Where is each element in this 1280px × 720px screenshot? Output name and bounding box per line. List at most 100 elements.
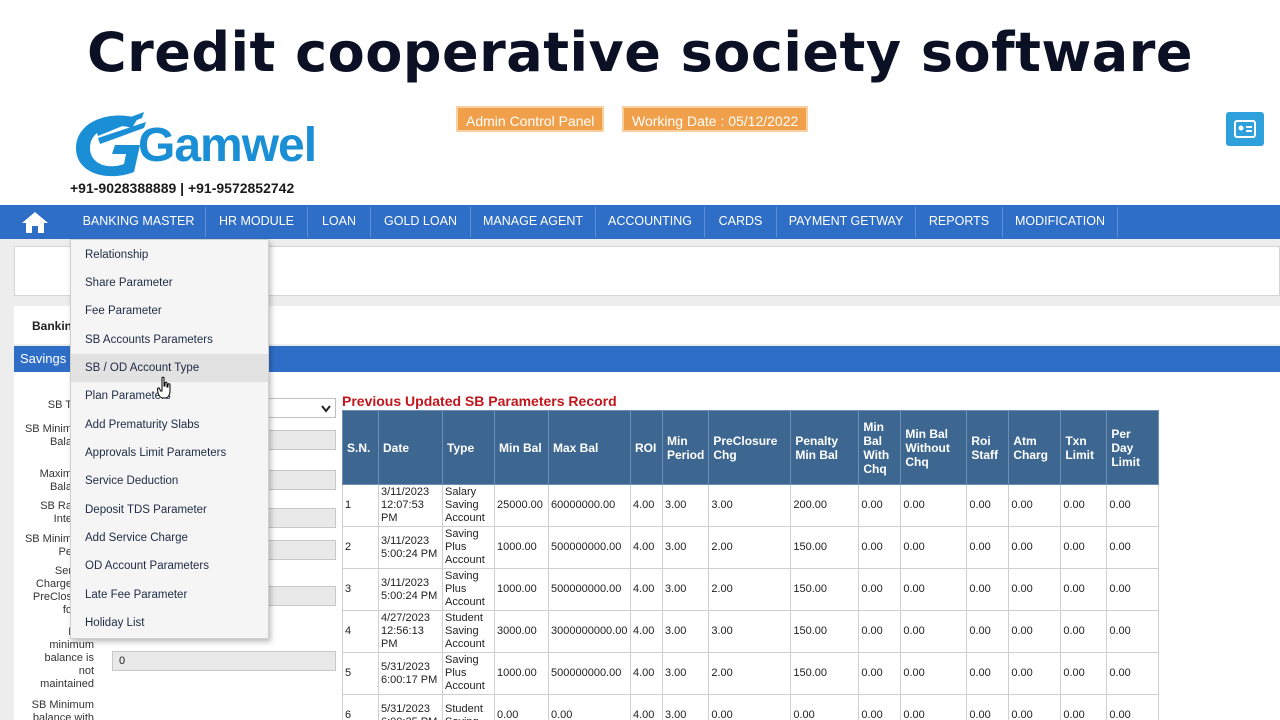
home-button[interactable] [0,205,70,239]
cell-atm-charg: 0.00 [1008,568,1062,611]
menu-item-fee-parameter[interactable]: Fee Parameter [71,297,268,325]
menu-item-sb-accounts-parameters[interactable]: SB Accounts Parameters [71,326,268,354]
menu-item-share-parameter[interactable]: Share Parameter [71,269,268,297]
home-icon [22,212,48,233]
cell-txn-limit: 0.00 [1060,484,1108,527]
cell-txn-limit: 0.00 [1060,526,1108,569]
cell-per-day-limit: 0.00 [1106,568,1160,611]
nav-payment-getway[interactable]: PAYMENT GETWAY [777,205,915,239]
cell-min-period: 3.00 [661,694,710,720]
col-min-bal-with-chq: Min Bal With Chq [858,410,902,485]
video-title-banner: Credit cooperative society software [0,0,1280,104]
cell-per-day-limit: 0.00 [1106,610,1160,653]
cell-per-day-limit: 0.00 [1106,652,1160,695]
cell-date: 5/31/2023 6:00:25 PM [378,694,443,720]
table-row[interactable]: 5 5/31/2023 6:00:17 PM Saving Plus Account… [342,652,1160,695]
sb-parameters-table: S.N. Date Type Min Bal Max Bal ROI Min P… [342,410,1160,720]
menu-item-holiday-list[interactable]: Holiday List [71,609,268,637]
cell-type: Saving Plus Account [442,526,495,569]
cell-max-bal: 0.00 [548,694,631,720]
main-navbar: BANKING MASTER HR MODULE LOAN GOLD LOAN … [0,205,1280,239]
cell-sn: 4 [342,610,379,653]
label-sb-minimum-with: SB Minimum balance with [31,699,94,720]
cell-atm-charg: 0.00 [1008,484,1062,527]
service-charge-input[interactable] [262,586,336,606]
table-row[interactable]: 65/31/2023 6:00:25 PMStudent Saving0.000… [342,694,1160,720]
cell-min-period: 3.00 [661,652,710,695]
cell-preclosure-chg: 2.00 [708,526,792,569]
cell-roi: 4.00 [630,526,663,569]
banner-title: Credit cooperative society software [87,21,1193,84]
cell-type: Saving Plus Account [442,652,495,695]
col-roi: ROI [630,410,663,485]
cell-per-day-limit: 0.00 [1106,484,1160,527]
table-row[interactable]: 3 3/11/2023 5:00:24 PM Saving Plus Account… [342,568,1160,611]
col-sn: S.N. [342,410,379,485]
menu-item-add-service-charge[interactable]: Add Service Charge [71,524,268,552]
cell-max-bal: 500000000.00 [548,568,631,611]
cell-txn-limit: 0.00 [1060,610,1108,653]
menu-item-add-prematurity-slabs[interactable]: Add Prematurity Slabs [71,411,268,439]
menu-item-relationship[interactable]: Relationship [71,241,268,269]
cell-min-bal-without-chq: 0.00 [900,652,968,695]
table-header-row: S.N. Date Type Min Bal Max Bal ROI Min P… [342,410,1160,485]
nav-gold-loan[interactable]: GOLD LOAN [371,205,470,239]
profile-card-button[interactable] [1226,112,1264,146]
col-max-bal: Max Bal [548,410,631,485]
min-balance-input[interactable] [262,430,336,450]
menu-item-late-fee-parameter[interactable]: Late Fee Parameter [71,581,268,609]
cell-min-bal-with-chq: 0.00 [858,652,902,695]
cell-sn: 6 [342,694,379,720]
cell-txn-limit: 0.00 [1060,694,1108,720]
table-row[interactable]: 4 4/27/2023 12:56:13 PM Student Saving Acc… [342,610,1160,653]
cell-min-period: 3.00 [661,526,710,569]
cell-sn: 3 [342,568,379,611]
col-min-bal: Min Bal [494,410,549,485]
nav-reports[interactable]: REPORTS [916,205,1002,239]
cell-min-bal: 1000.00 [494,652,549,695]
cell-atm-charg: 0.00 [1008,694,1062,720]
brand-logo[interactable]: Gamwel [68,108,328,180]
penalty-input[interactable]: 0 [112,651,336,671]
banking-master-dropdown: Relationship Share Parameter Fee Paramet… [70,239,269,639]
sb-rate-input[interactable] [262,508,336,528]
cell-roi: 4.00 [630,694,663,720]
cell-atm-charg: 0.00 [1008,652,1062,695]
brand-name: Gamwel [138,119,317,172]
cell-min-period: 3.00 [661,568,710,611]
nav-modification[interactable]: MODIFICATION [1003,205,1117,239]
max-balance-input[interactable] [262,470,336,490]
hand-cursor-icon [157,376,171,399]
menu-item-approvals-limit-parameters[interactable]: Approvals Limit Parameters [71,439,268,467]
cell-min-bal: 0.00 [494,694,549,720]
cell-min-bal-without-chq: 0.00 [900,694,968,720]
cell-preclosure-chg: 3.00 [708,484,792,527]
cell-roi-staff: 0.00 [966,484,1010,527]
admin-control-panel-badge[interactable]: Admin Control Panel [456,106,605,132]
nav-manage-agent[interactable]: MANAGE AGENT [471,205,595,239]
table-row[interactable]: 2 3/11/2023 5:00:24 PM Saving Plus Account… [342,526,1160,569]
sb-type-select[interactable] [262,398,336,418]
col-roi-staff: Roi Staff [966,410,1010,485]
table-row[interactable]: 1 3/11/2023 12:07:53 PM Salary Saving Acco… [342,484,1160,527]
nav-loan[interactable]: LOAN [308,205,370,239]
cell-min-bal: 1000.00 [494,526,549,569]
cell-preclosure-chg: 2.00 [708,568,792,611]
nav-accounting[interactable]: ACCOUNTING [596,205,704,239]
cell-roi: 4.00 [630,610,663,653]
cell-min-bal-with-chq: 0.00 [858,694,902,720]
label-sb-rate: SB Ra Inte [40,500,72,525]
menu-item-od-account-parameters[interactable]: OD Account Parameters [71,552,268,580]
nav-hr-module[interactable]: HR MODULE [206,205,307,239]
min-period-input[interactable] [262,540,336,560]
cell-min-period: 3.00 [661,484,710,527]
nav-cards[interactable]: CARDS [705,205,776,239]
menu-item-deposit-tds-parameter[interactable]: Deposit TDS Parameter [71,496,268,524]
cell-roi-staff: 0.00 [966,610,1010,653]
cell-date: 3/11/2023 12:07:53 PM [378,484,443,527]
nav-banking-master[interactable]: BANKING MASTER [72,205,205,239]
cell-max-bal: 60000000.00 [548,484,631,527]
cell-txn-limit: 0.00 [1060,568,1108,611]
menu-item-service-deduction[interactable]: Service Deduction [71,467,268,495]
page-tab-label[interactable]: Bankin [32,319,72,333]
